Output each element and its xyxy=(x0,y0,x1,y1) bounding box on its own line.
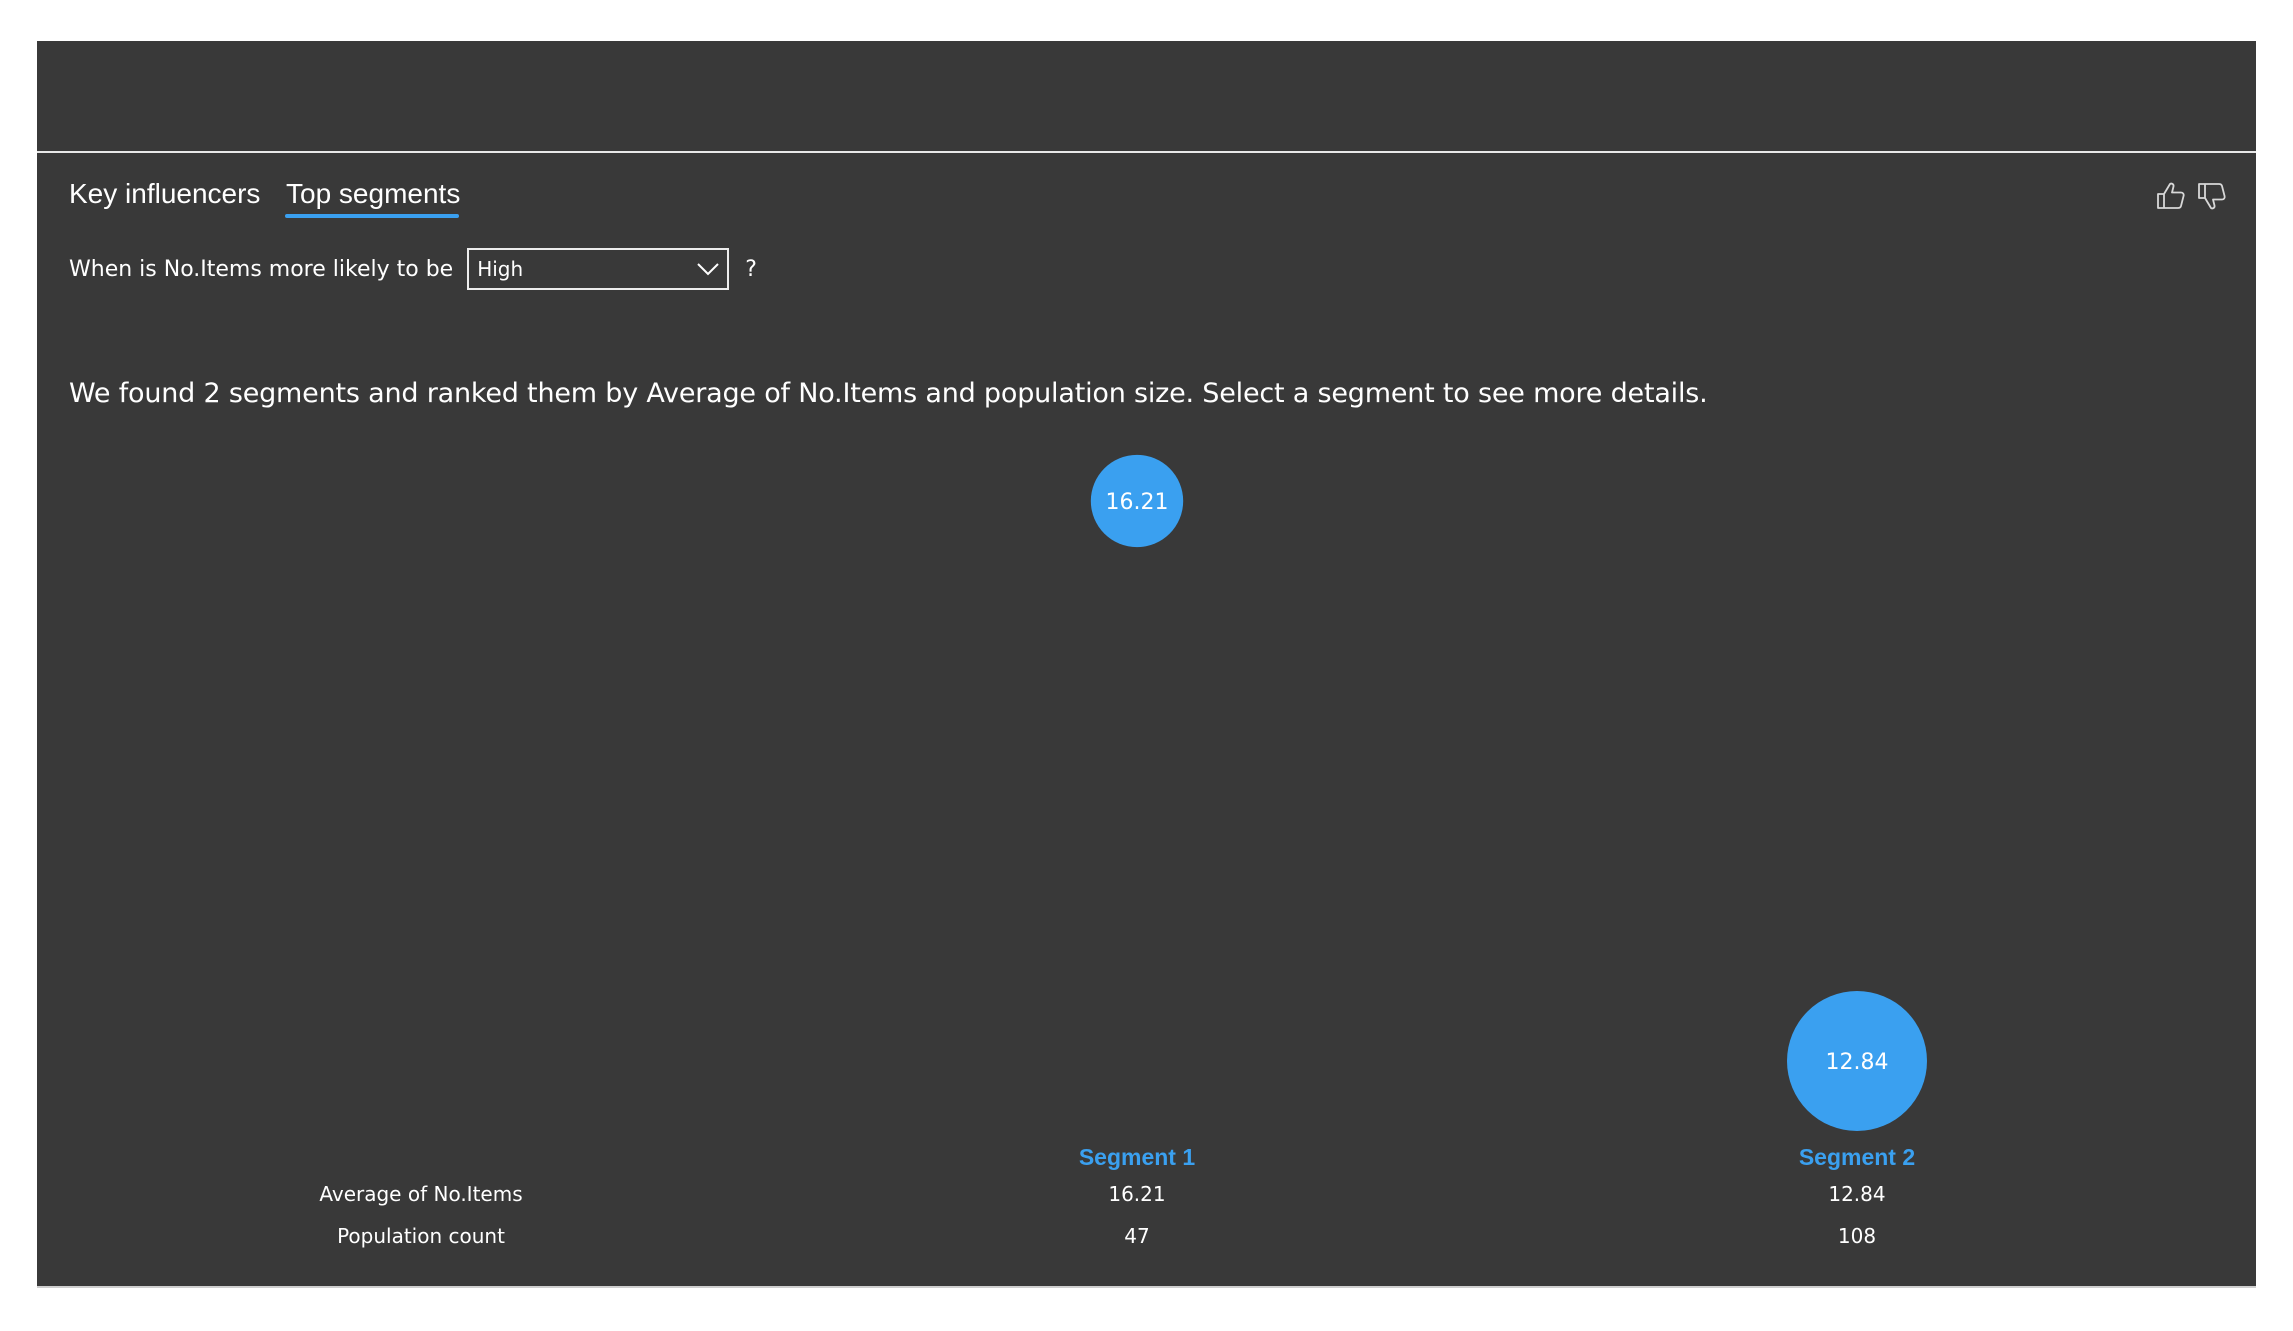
key-influencers-visual: Key influencers Top segments When is No.… xyxy=(37,41,2256,1288)
segment-population-value: 108 xyxy=(1837,1224,1877,1248)
row-label-population: Population count xyxy=(337,1224,505,1248)
segment-average-value: 16.21 xyxy=(1108,1182,1166,1206)
row-label-average: Average of No.Items xyxy=(319,1182,523,1206)
segment-bubble-label: 12.84 xyxy=(1826,1050,1889,1075)
segment-average-value: 12.84 xyxy=(1828,1182,1886,1206)
segments-chart: 16.21 12.84 xyxy=(1090,454,1927,1131)
segment-name[interactable]: Segment 2 xyxy=(1757,1144,1957,1171)
bottom-divider xyxy=(37,1286,2256,1288)
segment-bubble[interactable]: 16.21 xyxy=(1090,454,1184,548)
segment-bubble[interactable]: 12.84 xyxy=(1787,991,1927,1131)
segment-population-value: 47 xyxy=(1124,1224,1150,1248)
segment-name[interactable]: Segment 1 xyxy=(1037,1144,1237,1171)
segment-bubble-label: 16.21 xyxy=(1106,490,1169,515)
